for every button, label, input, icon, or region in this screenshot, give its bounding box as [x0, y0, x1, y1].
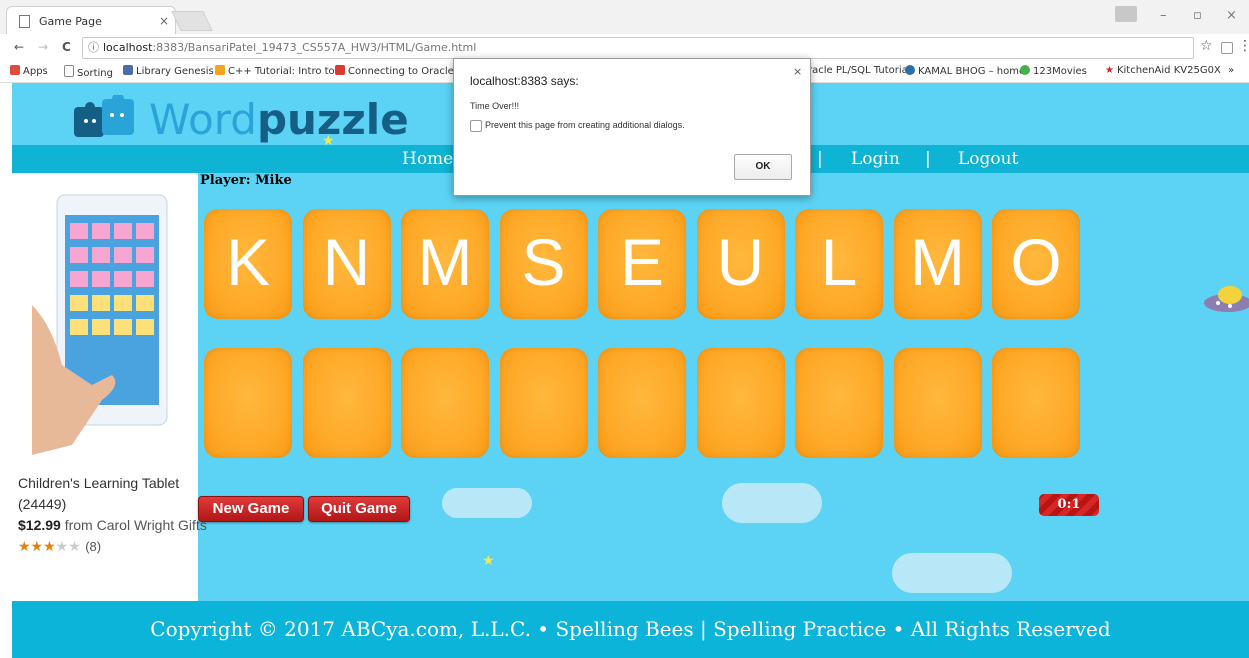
tab-close-icon[interactable]: ×	[159, 14, 169, 28]
bookmark-apps[interactable]: Apps	[10, 65, 48, 77]
puzzle-logo-icon	[74, 95, 134, 137]
dialog-close-icon[interactable]: ×	[793, 65, 802, 78]
answer-slot[interactable]	[795, 348, 883, 458]
prevent-dialogs-label[interactable]: Prevent this page from creating addition…	[485, 120, 685, 130]
back-icon[interactable]: ←	[14, 40, 24, 54]
letter-tile[interactable]: O	[992, 209, 1080, 319]
letter-tile[interactable]: M	[401, 209, 489, 319]
dialog-message: Time Over!!!	[470, 101, 520, 111]
answer-slot[interactable]	[302, 348, 391, 458]
answer-slot[interactable]	[401, 348, 489, 458]
ad-price: $12.99 from Carol Wright Gifts	[18, 517, 207, 533]
new-tab-button[interactable]	[171, 11, 213, 31]
reload-icon[interactable]: C	[62, 40, 71, 54]
advertisement[interactable]: Children's Learning Tablet (24449) $12.9…	[12, 173, 207, 603]
letter-tile[interactable]: E	[598, 209, 686, 319]
site-logo[interactable]: Wordpuzzle	[149, 97, 409, 143]
tile-letter: U	[716, 225, 765, 299]
letter-tile[interactable]: M	[893, 209, 982, 319]
answer-slot[interactable]	[598, 348, 686, 458]
timer-display: 0:1	[1039, 494, 1099, 516]
tab-title: Game Page	[39, 15, 102, 28]
profile-icon[interactable]	[1115, 6, 1137, 22]
nav-separator: |	[925, 149, 931, 169]
browser-tab[interactable]: Game Page ×	[6, 6, 176, 35]
page-icon	[64, 65, 74, 77]
answer-slot[interactable]	[893, 348, 982, 458]
bookmark-123movies[interactable]: 123Movies	[1020, 65, 1087, 77]
bookmark-library-genesis[interactable]: Library Genesis	[123, 65, 214, 77]
nav-home[interactable]: Home	[402, 149, 453, 169]
extension-icon[interactable]	[1221, 42, 1233, 54]
letter-tile[interactable]: U	[696, 209, 785, 319]
library-icon	[123, 65, 133, 75]
browser-toolbar: ← → C ⓘ localhost:8383/BansariPatel_1947…	[0, 34, 1249, 61]
star-icon: ★	[1105, 65, 1114, 76]
minimize-icon[interactable]: –	[1160, 8, 1167, 23]
nav-separator: |	[817, 149, 823, 169]
rating-stars: ★★★★★ (8)	[18, 539, 102, 555]
site-footer: Copyright © 2017 ABCya.com, L.L.C. • Spe…	[12, 601, 1249, 658]
address-bar[interactable]: ⓘ localhost:8383/BansariPatel_19473_CS55…	[82, 37, 1194, 59]
forward-icon[interactable]: →	[38, 40, 48, 54]
cloud-decoration	[892, 553, 1012, 593]
prevent-dialogs-checkbox[interactable]	[470, 120, 482, 132]
bookmarks-more-icon[interactable]: »	[1228, 65, 1234, 76]
ad-title[interactable]: Children's Learning Tablet (24449)	[18, 473, 196, 515]
player-label: Player: Mike	[200, 173, 292, 188]
review-count: (8)	[85, 539, 102, 554]
tile-letter: M	[417, 225, 473, 299]
wordpress-icon	[905, 65, 915, 75]
quit-game-button[interactable]: Quit Game	[308, 496, 410, 522]
play-icon	[1020, 65, 1030, 75]
bookmark-kamal-bhog[interactable]: KAMAL BHOG – home	[905, 65, 1025, 77]
tile-letter: E	[619, 225, 665, 299]
tile-letter: O	[1010, 225, 1062, 299]
url-host: localhost	[103, 41, 153, 54]
ufo-icon	[1204, 286, 1249, 312]
bookmark-sorting[interactable]: Sorting	[64, 65, 113, 79]
answer-slot[interactable]	[204, 348, 292, 458]
ok-button[interactable]: OK	[734, 154, 792, 180]
letter-tile[interactable]: S	[499, 209, 588, 319]
tutorial-icon	[215, 65, 225, 75]
tile-letter: L	[820, 225, 858, 299]
cloud-decoration	[722, 483, 822, 523]
star-decoration: ★	[482, 553, 495, 569]
tile-letter: K	[225, 225, 271, 299]
bookmark-cpp-tutorial[interactable]: C++ Tutorial: Intro to	[215, 65, 335, 77]
oracle-icon	[335, 65, 345, 75]
apps-icon	[10, 65, 20, 75]
tile-letter: M	[910, 225, 965, 299]
menu-icon[interactable]: ⋮	[1238, 38, 1249, 54]
tile-letter: N	[322, 225, 371, 299]
bookmark-star-icon[interactable]: ☆	[1200, 38, 1213, 54]
alert-dialog: localhost:8383 says: × Time Over!!! Prev…	[453, 58, 811, 196]
letter-tile[interactable]: N	[302, 209, 391, 319]
dialog-title: localhost:8383 says:	[470, 74, 579, 88]
url-path: :8383/BansariPatel_19473_CS557A_HW3/HTML…	[152, 41, 477, 54]
bookmark-oracle[interactable]: Connecting to Oracle	[335, 65, 454, 77]
bookmark-kitchenaid[interactable]: ★ KitchenAid KV25G0X	[1105, 65, 1221, 76]
nav-login[interactable]: Login	[851, 149, 900, 169]
bookmark-plsql[interactable]: racle PL/SQL Tutoria	[808, 65, 908, 76]
tablet-product-image	[32, 194, 168, 455]
footer-copyright: Copyright © 2017 ABCya.com, L.L.C. • Spe…	[150, 617, 1111, 641]
page-icon	[19, 15, 30, 28]
maximize-icon[interactable]: ▫	[1193, 8, 1202, 23]
cloud-decoration	[442, 488, 532, 518]
tile-letter: S	[521, 225, 566, 299]
tab-strip: Game Page × – ▫ ×	[0, 0, 1249, 35]
nav-logout[interactable]: Logout	[958, 149, 1018, 169]
answer-slot[interactable]	[499, 348, 588, 458]
answer-slot[interactable]	[696, 348, 785, 458]
new-game-button[interactable]: New Game	[198, 496, 304, 522]
window-close-icon[interactable]: ×	[1226, 8, 1237, 23]
letter-tile[interactable]: K	[204, 209, 292, 319]
info-icon[interactable]: ⓘ	[88, 38, 99, 58]
letter-tile[interactable]: L	[795, 209, 883, 319]
answer-slot[interactable]	[992, 348, 1080, 458]
